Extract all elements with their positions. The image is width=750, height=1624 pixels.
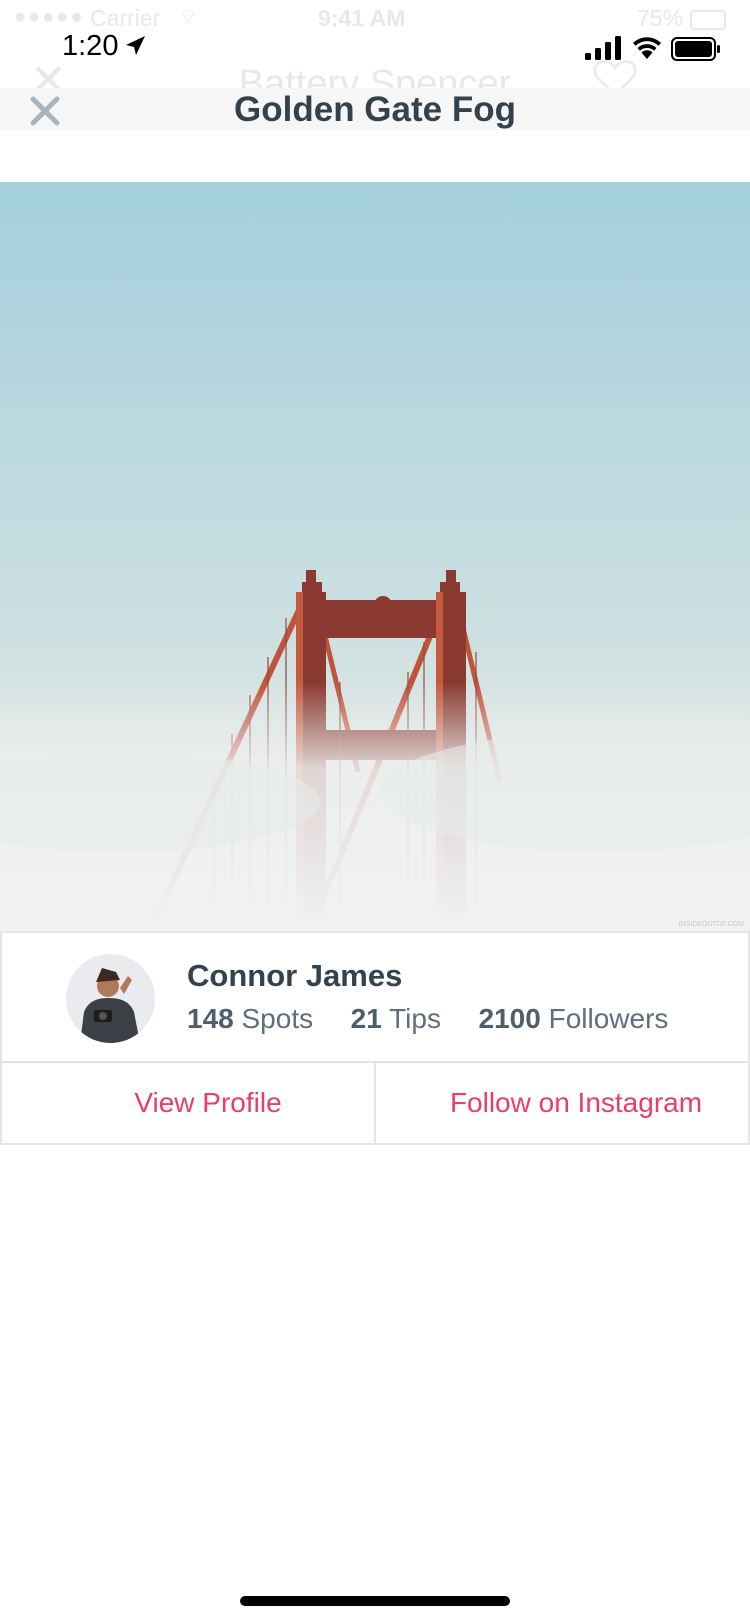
status-bar: 1:20	[0, 0, 750, 88]
cellular-signal-icon	[585, 36, 621, 60]
home-indicator[interactable]	[240, 1596, 510, 1606]
tips-count: 21	[350, 1003, 382, 1034]
followers-label: Followers	[548, 1003, 669, 1034]
photo-watermark: INSIDEOUTOF.COM	[679, 921, 744, 928]
wifi-icon	[633, 37, 661, 59]
battery-icon	[671, 37, 720, 61]
tips-label: Tips	[389, 1003, 441, 1034]
profile-card: Connor James 148 Spots 21 Tips 2100 Foll…	[0, 931, 750, 1145]
hero-photo: INSIDEOUTOF.COM	[0, 182, 750, 931]
user-name: Connor James	[187, 958, 403, 993]
profile-stats: 148 Spots 21 Tips 2100 Followers	[187, 1003, 668, 1035]
avatar-photographer-image	[66, 954, 155, 1043]
avatar[interactable]	[66, 954, 155, 1043]
golden-gate-fog-image: INSIDEOUTOF.COM	[0, 182, 750, 931]
status-time: 1:20	[62, 30, 119, 62]
follow-on-instagram-button[interactable]: Follow on Instagram	[376, 1063, 748, 1143]
spots-label: Spots	[241, 1003, 314, 1034]
followers-count: 2100	[478, 1003, 541, 1034]
view-profile-button[interactable]: View Profile	[2, 1063, 374, 1143]
location-arrow-icon	[126, 36, 145, 55]
page-title: Golden Gate Fog	[234, 90, 516, 129]
spots-count: 148	[187, 1003, 234, 1034]
